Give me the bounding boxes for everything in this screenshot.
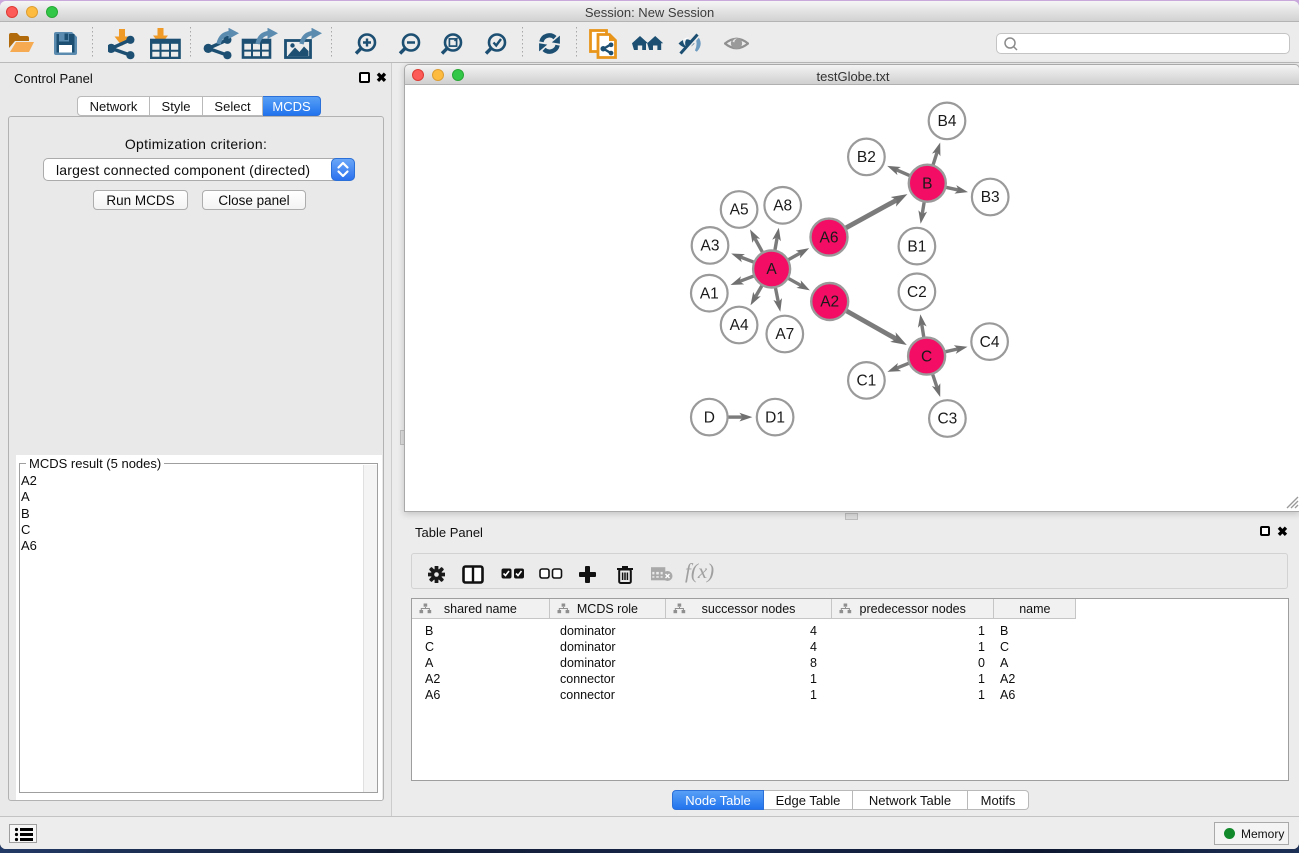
svg-text:D: D	[704, 409, 715, 426]
svg-text:B2: B2	[857, 149, 876, 166]
svg-text:C2: C2	[907, 284, 927, 301]
svg-text:A1: A1	[700, 285, 719, 302]
svg-text:B4: B4	[938, 113, 957, 130]
svg-text:A: A	[766, 261, 777, 278]
svg-text:D1: D1	[765, 409, 785, 426]
svg-text:A2: A2	[820, 294, 839, 311]
svg-text:A5: A5	[730, 202, 749, 219]
svg-text:A7: A7	[775, 326, 794, 343]
svg-text:C: C	[921, 348, 932, 365]
svg-text:A6: A6	[820, 229, 839, 246]
svg-text:C3: C3	[937, 411, 957, 428]
svg-text:A3: A3	[701, 238, 720, 255]
svg-text:C1: C1	[856, 373, 876, 390]
svg-text:B1: B1	[907, 238, 926, 255]
svg-text:B: B	[922, 175, 932, 192]
svg-text:A8: A8	[773, 198, 792, 215]
svg-text:B3: B3	[981, 189, 1000, 206]
svg-text:A4: A4	[730, 317, 749, 334]
svg-text:C4: C4	[980, 334, 1000, 351]
